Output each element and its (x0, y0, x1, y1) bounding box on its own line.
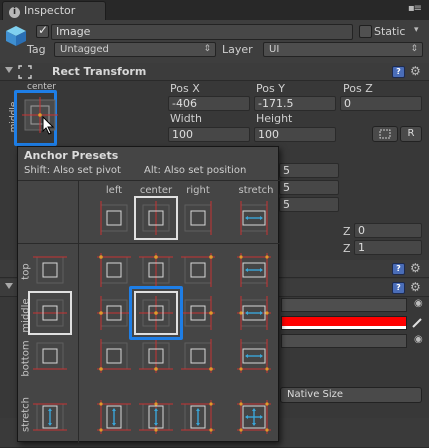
rect-transform-icon (18, 65, 32, 79)
info-icon: i (9, 7, 20, 18)
tab-inspector[interactable]: i Inspector (2, 1, 106, 20)
column-divider (78, 180, 79, 443)
pivot-field[interactable]: 5 (279, 197, 339, 212)
row-bottom-label: bottom (20, 340, 32, 377)
anchor-preset-bottom-stretch[interactable] (235, 337, 273, 375)
foldout-arrow-icon[interactable] (5, 283, 13, 289)
help-icon[interactable]: ? (392, 66, 405, 78)
tab-inspector-label: Inspector (24, 4, 76, 17)
layer-value: UI (269, 44, 280, 55)
gear-icon[interactable]: ⚙ (410, 281, 422, 293)
blueprint-mode-button[interactable] (372, 126, 398, 142)
object-picker-icon[interactable]: ◉ (414, 298, 423, 309)
static-label: Static (374, 25, 406, 38)
tag-label: Tag (27, 43, 46, 56)
pos-y-field[interactable]: -171.5 (254, 96, 336, 111)
anchor-preset-middle-stretch[interactable] (235, 294, 273, 332)
anchor-preset-top-center[interactable] (137, 251, 175, 289)
anchor-presets-title: Anchor Presets (24, 149, 119, 162)
context-menu-icon[interactable]: ▪≡ (408, 3, 422, 14)
row-top-label: top (20, 263, 32, 280)
anchor-preset-stretch-stretch[interactable] (235, 398, 273, 436)
anchor-preset-middle-left[interactable] (95, 294, 133, 332)
layer-label: Layer (222, 43, 253, 56)
anchor-preset-bottom-center[interactable] (137, 337, 175, 375)
alt-hint: Alt: Also set position (144, 165, 247, 176)
row-divider (18, 243, 280, 244)
pos-x-field[interactable]: -406 (168, 96, 250, 111)
height-field[interactable]: 100 (254, 127, 336, 142)
pos-z-label: Pos Z (343, 82, 373, 95)
source-image-field[interactable] (281, 298, 407, 312)
anchor-preset-top[interactable] (31, 251, 69, 289)
material-field[interactable] (281, 334, 407, 348)
anchor-preset-stretch-right[interactable] (179, 398, 217, 436)
rect-transform-header[interactable]: Rect Transform ? ⚙ (0, 63, 429, 81)
selected-row-outline (28, 291, 72, 335)
foldout-arrow-icon[interactable] (5, 67, 13, 73)
anchor-preset-bottom-left[interactable] (95, 337, 133, 375)
anchor-preset-bottom-right[interactable] (179, 337, 217, 375)
help-icon[interactable]: ? (392, 282, 405, 294)
object-picker-icon[interactable]: ◉ (414, 334, 423, 345)
col-left-label: left (105, 185, 123, 196)
height-label: Height (256, 112, 293, 125)
gear-icon[interactable]: ⚙ (410, 65, 422, 77)
anchor-preset-top-stretch[interactable] (235, 251, 273, 289)
anchor-preset-stretch[interactable] (235, 199, 273, 237)
help-icon[interactable]: ? (392, 263, 405, 275)
shift-hint: Shift: Also set pivot (24, 165, 121, 176)
object-header: Image Static ▾ Tag Untagged ⇕ Layer UI ⇕ (0, 20, 429, 64)
col-stretch-label: stretch (238, 185, 274, 196)
tag-dropdown[interactable]: Untagged ⇕ (54, 42, 216, 57)
anchor-preset-stretch[interactable] (31, 398, 69, 436)
gameobject-cube-icon (6, 26, 26, 46)
set-native-size-label: Native Size (287, 389, 344, 400)
header-divider (18, 180, 280, 181)
pos-x-label: Pos X (170, 82, 200, 95)
blueprint-icon (379, 129, 391, 139)
scale-z-label: Z (343, 242, 351, 255)
tag-value: Untagged (60, 44, 109, 55)
rotation-z-field[interactable]: 0 (354, 223, 422, 238)
rect-transform-title: Rect Transform (52, 65, 147, 78)
min-x-field[interactable]: 5 (279, 163, 339, 178)
object-name-field[interactable]: Image (51, 24, 353, 40)
static-checkbox[interactable] (359, 25, 372, 38)
set-native-size-button[interactable]: Native Size (280, 387, 422, 403)
anchor-presets-popup: Anchor Presets Shift: Also set pivot Alt… (17, 146, 280, 443)
anchor-preset-left[interactable] (95, 199, 133, 237)
anchor-preset-middle-right[interactable] (179, 294, 217, 332)
selected-column-outline (134, 196, 178, 240)
min-y-field[interactable]: 5 (279, 180, 339, 195)
pos-z-field[interactable]: 0 (340, 96, 422, 111)
anchor-preset-right[interactable] (179, 199, 217, 237)
raw-edit-button[interactable]: R (400, 126, 422, 142)
scale-z-field[interactable]: 1 (354, 240, 422, 255)
anchor-preset-top-right[interactable] (179, 251, 217, 289)
width-label: Width (170, 112, 202, 125)
row-stretch-label: stretch (20, 397, 32, 432)
layer-dropdown[interactable]: UI ⇕ (263, 42, 423, 57)
tab-bar: i Inspector ▪≡ (0, 0, 429, 20)
col-center-label: center (139, 185, 173, 196)
anchor-preset-bottom[interactable] (31, 337, 69, 375)
rotation-z-label: Z (343, 225, 351, 238)
mouse-cursor-icon (42, 116, 55, 135)
static-dropdown-icon[interactable]: ▾ (414, 25, 419, 35)
anchor-preset-top-left[interactable] (95, 251, 133, 289)
preset-highlight (129, 286, 183, 340)
chevron-updown-icon: ⇕ (410, 44, 418, 54)
anchor-preset-stretch-center[interactable] (137, 398, 175, 436)
anchor-preset-stretch-left[interactable] (95, 398, 133, 436)
gear-icon[interactable]: ⚙ (410, 262, 422, 274)
eyedropper-icon[interactable] (411, 317, 423, 329)
chevron-updown-icon: ⇕ (203, 44, 211, 54)
pos-y-label: Pos Y (256, 82, 285, 95)
color-field[interactable] (281, 316, 407, 330)
col-right-label: right (186, 185, 210, 196)
width-field[interactable]: 100 (168, 127, 250, 142)
active-checkbox[interactable] (36, 23, 49, 38)
